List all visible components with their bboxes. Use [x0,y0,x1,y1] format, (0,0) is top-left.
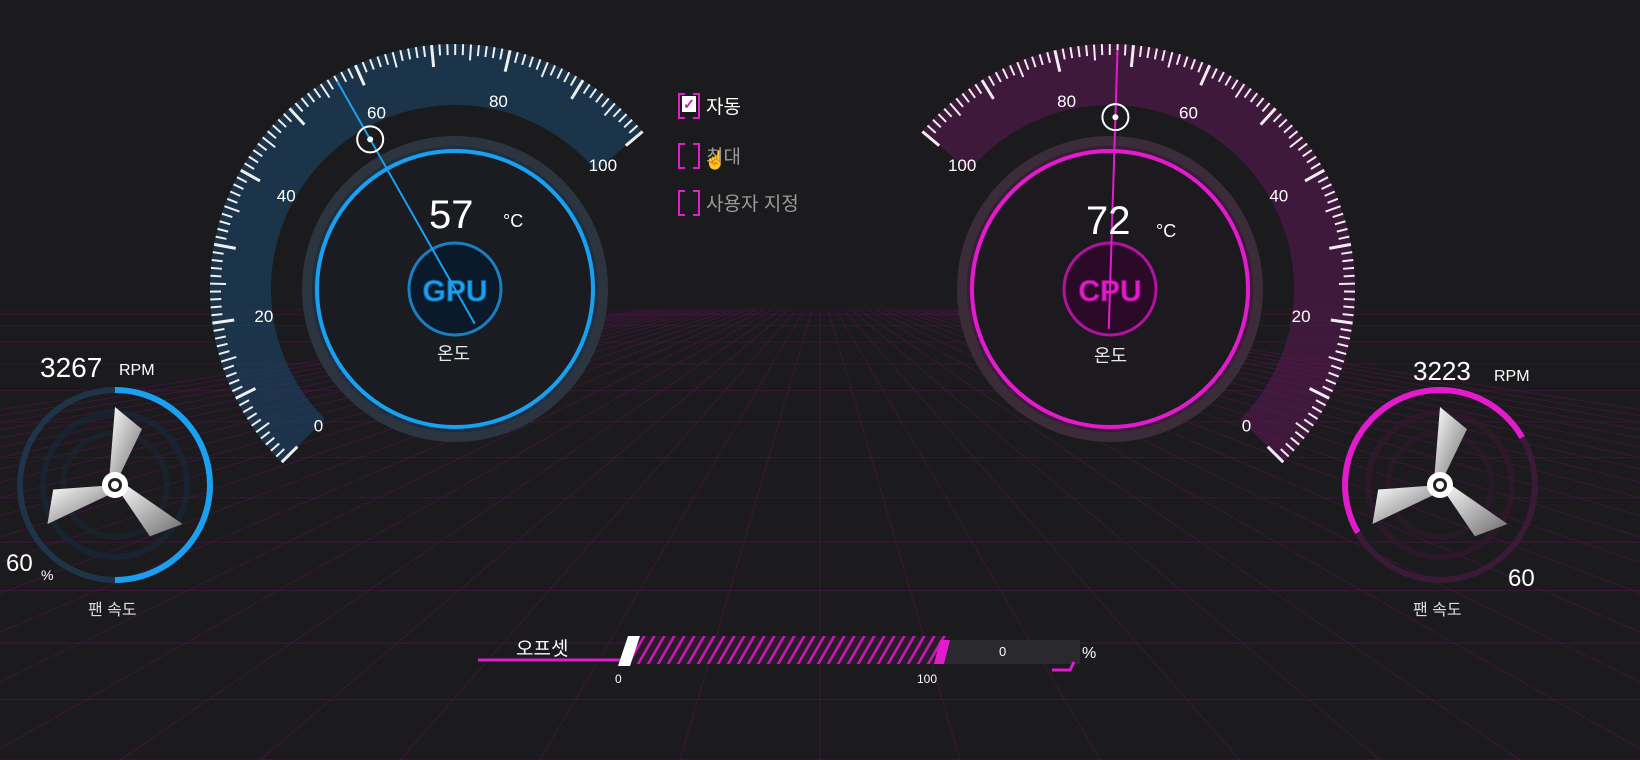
gpu-scale-label: 40 [277,186,296,205]
gpu-fan-rpm-unit: RPM [119,362,155,379]
gpu-tick [210,266,222,270]
gpu-tick [422,45,427,58]
cpu-tick [1342,313,1354,317]
cpu-tick [1123,44,1127,56]
fan-control-scene: 020406080100 GPU 020406080100 CPU [0,43,1640,760]
gpu-tick [484,45,488,58]
hand-cursor-icon: ☝ [704,150,727,170]
gpu-gauge: 0 20 40 60 80 100 GPU [209,43,644,464]
cpu-tick [1138,45,1143,58]
cpu-fan-gauge [1342,387,1538,583]
fan-hub-dot [111,481,119,489]
cpu-temp-unit: °C [1156,221,1177,241]
cpu-temp-caption: 온도 [1094,346,1128,366]
cpu-fan-rpm: 3223 [1413,356,1471,386]
cpu-tick [1342,258,1354,263]
cpu-scale-label: 100 [948,156,976,175]
gpu-scale-label: 20 [254,307,273,326]
fan-hub-dot [1436,481,1444,489]
gpu-needle-knob [356,125,385,154]
cpu-scale-label: 20 [1292,307,1311,326]
cpu-scale-label: 60 [1179,104,1198,123]
offset-value-box[interactable] [944,640,1080,664]
offset-unit: % [1082,645,1097,662]
gpu-tick [210,305,222,309]
gpu-scale-label: 100 [589,156,617,175]
gpu-fan-percent-unit: % [41,567,54,583]
gpu-tick [210,274,222,278]
gpu-scale-label: 0 [314,416,323,435]
cpu-scale-label: 80 [1057,92,1076,111]
gpu-tick [476,45,480,57]
cpu-fan-caption: 팬 속도 [1413,602,1462,619]
cpu-temp-value: 72 [1086,199,1131,243]
cpu-gauge: 020406080100 CPU [921,43,1355,464]
mode-option-auto-label: 자동 [706,96,741,118]
gpu-fan-rpm: 3267 [40,352,103,383]
gpu-temp-caption: 온도 [437,344,471,364]
gpu-scale-label: 60 [367,104,386,123]
cpu-tick [1129,44,1135,68]
gpu-tick [211,258,223,263]
offset-max-label: 100 [917,672,938,686]
gpu-tick [468,44,473,61]
gpu-temp-value: 57 [429,193,474,237]
checkbox-custom[interactable] [678,190,700,216]
gpu-fan-fill-arc [114,387,213,583]
gpu-fan-caption: 팬 속도 [88,602,137,619]
offset-value[interactable]: 0 [999,644,1006,659]
gpu-scale-label: 80 [489,92,508,111]
cpu-fan-percent: 60 [1508,565,1535,592]
cpu-tick [1343,274,1355,278]
offset-min-label: 0 [615,672,622,686]
checkbox-auto[interactable]: ✓ [678,93,700,119]
cpu-scale-label: 0 [1242,416,1251,435]
gpu-tick [430,44,436,68]
cpu-tick [1085,45,1089,57]
mode-option-custom-label: 사용자 지정 [706,193,799,215]
cpu-tick [1077,45,1081,58]
gpu-tick [438,44,442,56]
mode-option-custom[interactable]: 사용자 지정 [678,187,799,217]
cpu-scale-label: 40 [1269,186,1288,205]
mode-option-auto[interactable]: ✓ 자동 [678,90,741,120]
cpu-tick [1343,305,1355,309]
gpu-label: GPU [422,275,487,308]
gpu-temp-unit: °C [503,211,524,231]
gpu-fan-percent: 60 [6,550,33,577]
cpu-tick [1092,44,1097,61]
offset-label: 오프셋 [516,639,569,660]
checkbox-max[interactable] [678,143,700,169]
gpu-tick [211,313,223,317]
cpu-fan-rpm-unit: RPM [1494,368,1530,385]
check-icon: ✓ [682,96,696,112]
cpu-tick [1343,266,1355,270]
offset-track[interactable] [624,636,950,664]
